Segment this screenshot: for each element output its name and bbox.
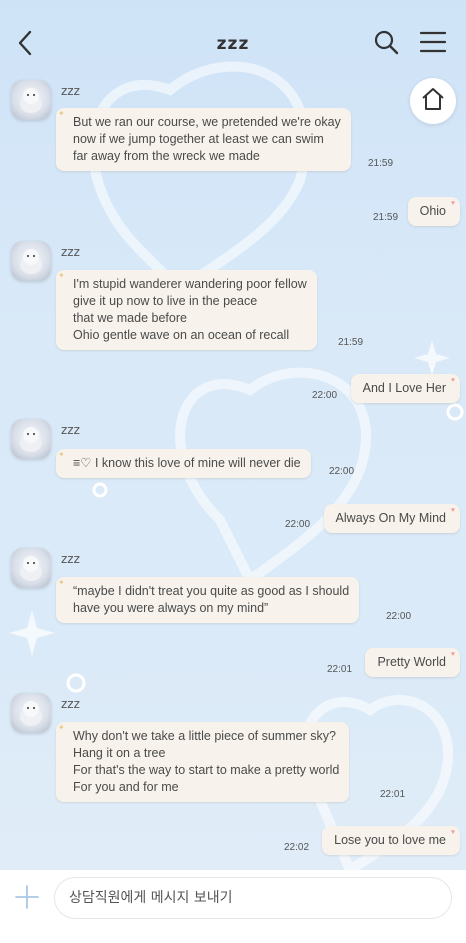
- message-time: 22:00: [285, 519, 311, 530]
- message-time: 22:01: [327, 664, 353, 675]
- avatar[interactable]: [11, 548, 51, 588]
- message-composer: [0, 870, 466, 943]
- outgoing-message-bubble[interactable]: And I Love Her: [350, 372, 460, 403]
- message-time: 22:02: [284, 842, 310, 853]
- sender-name: zzz: [61, 423, 80, 437]
- sender-name: zzz: [61, 697, 80, 711]
- message-time: 22:00: [386, 611, 412, 622]
- search-icon[interactable]: [372, 28, 400, 56]
- sender-name: zzz: [61, 84, 80, 98]
- avatar[interactable]: [11, 693, 51, 733]
- incoming-message-bubble[interactable]: Why don't we take a little piece of summ…: [56, 719, 350, 802]
- sender-name: zzz: [61, 552, 80, 566]
- home-icon: [420, 86, 446, 116]
- hamburger-menu-icon[interactable]: [418, 28, 448, 56]
- incoming-message-bubble[interactable]: But we ran our course, we pretended we'r…: [56, 105, 351, 171]
- avatar[interactable]: [11, 241, 51, 281]
- sender-name: zzz: [61, 245, 80, 259]
- chat-header: zzz: [0, 0, 466, 80]
- avatar[interactable]: [11, 80, 51, 120]
- outgoing-message-bubble[interactable]: Pretty World: [365, 646, 460, 677]
- message-time: 21:59: [338, 337, 364, 348]
- avatar[interactable]: [11, 419, 51, 459]
- message-time: 21:59: [373, 212, 399, 223]
- outgoing-message-bubble[interactable]: Lose you to love me: [322, 824, 460, 855]
- incoming-message-bubble[interactable]: “maybe I didn't treat you quite as good …: [56, 574, 360, 623]
- plus-icon[interactable]: [14, 884, 40, 910]
- outgoing-message-bubble[interactable]: Ohio: [407, 195, 460, 226]
- home-button[interactable]: [410, 78, 456, 124]
- outgoing-message-bubble[interactable]: Always On My Mind: [323, 502, 460, 533]
- incoming-message-bubble[interactable]: I'm stupid wanderer wandering poor fello…: [56, 267, 317, 350]
- incoming-message-bubble[interactable]: ≡♡ I know this love of mine will never d…: [56, 446, 311, 478]
- message-time: 22:00: [312, 390, 338, 401]
- message-time: 21:59: [368, 158, 394, 169]
- message-input[interactable]: [54, 877, 452, 919]
- message-time: 22:01: [380, 789, 406, 800]
- message-time: 22:00: [329, 466, 355, 477]
